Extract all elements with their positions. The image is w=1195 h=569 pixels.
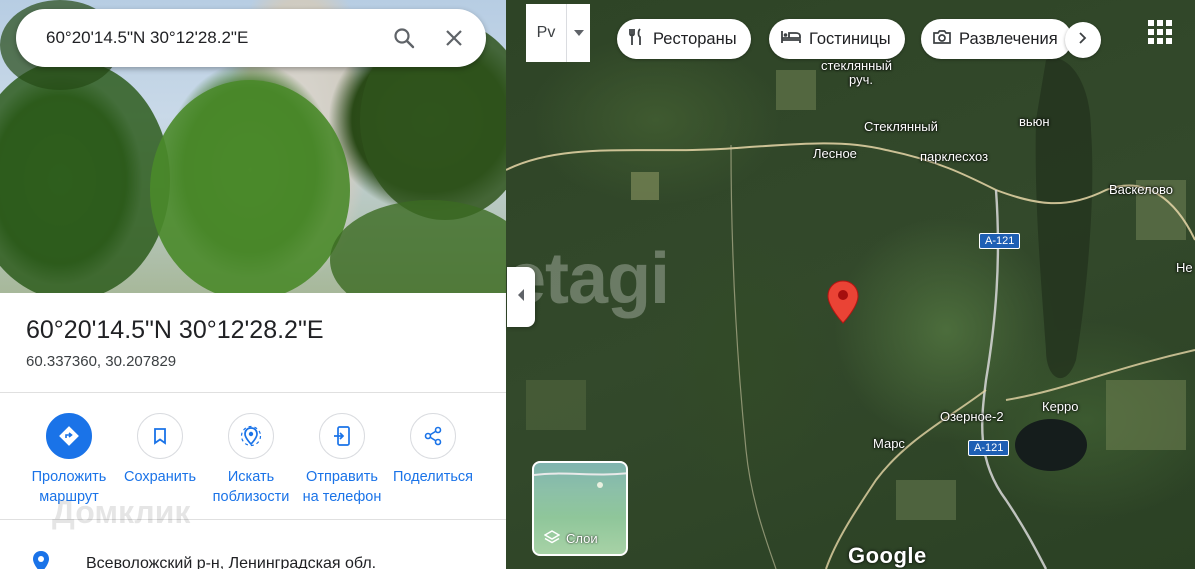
place-label-kerro: Керро: [1042, 399, 1079, 414]
place-label-stream-abbr: руч.: [849, 72, 873, 87]
bookmark-icon: [137, 413, 183, 459]
place-label-parklesoz: парклесхоз: [920, 149, 989, 164]
place-label-steklyanny: Стеклянный: [864, 119, 938, 134]
language-selector[interactable]: Рv: [526, 4, 590, 62]
place-decimal-coordinates: 60.337360, 30.207829: [26, 353, 177, 370]
place-label-steklyanny-stream: стеклянный: [821, 58, 892, 73]
send-to-phone-button[interactable]: Отправить на телефон: [294, 413, 390, 507]
nearby-icon: [228, 413, 274, 459]
share-button[interactable]: Поделиться: [385, 413, 481, 487]
place-label-vyun: вьюн: [1019, 114, 1050, 129]
hotel-icon: [781, 30, 809, 49]
search-icon[interactable]: [386, 20, 422, 56]
send-label-1: Отправить: [306, 469, 378, 485]
layers-label: Слои: [566, 530, 598, 546]
chevron-left-icon: [516, 288, 526, 307]
chips-next-button[interactable]: [1065, 22, 1101, 58]
place-label-vaskelovo: Васкелово: [1109, 182, 1173, 197]
collapse-panel-button[interactable]: [507, 267, 535, 327]
share-label: Поделиться: [392, 469, 474, 485]
directions-button[interactable]: Проложить маршрут: [21, 413, 117, 507]
domclick-watermark: Домклик: [52, 494, 191, 530]
place-label-ozernoe-2: Озерное-2: [940, 409, 1004, 424]
place-title: 60°20'14.5"N 30°12'28.2"E: [26, 316, 324, 344]
nearby-label-1: Искать: [227, 469, 275, 485]
save-button[interactable]: Сохранить: [112, 413, 208, 487]
layers-icon: [544, 530, 560, 546]
address-text: Всеволожский р-н, Ленинградская обл.: [86, 555, 377, 569]
road-shield-a121: A-121: [979, 233, 1021, 249]
chevron-down-icon[interactable]: [566, 4, 590, 62]
chip-hotels[interactable]: Гостиницы: [769, 19, 905, 59]
send-label-2: на телефон: [302, 489, 382, 505]
place-panel: 60°20'14.5"N 30°12'28.2"E 60°20'14.5"N 3…: [0, 0, 506, 569]
chip-restaurants-label: Рестораны: [653, 29, 737, 48]
place-label-mars: Марс: [873, 436, 905, 451]
directions-icon: [46, 413, 92, 459]
chip-entertainment-label: Развлечения: [959, 29, 1058, 48]
layers-button[interactable]: Слои: [532, 461, 628, 556]
close-icon[interactable]: [436, 20, 472, 56]
apps-grid-icon[interactable]: [1148, 20, 1172, 44]
nearby-label-2: поблизости: [212, 489, 290, 505]
language-label: Рv: [536, 24, 556, 41]
send-to-phone-icon: [319, 413, 365, 459]
search-input[interactable]: 60°20'14.5"N 30°12'28.2"E: [46, 28, 386, 48]
chip-hotels-label: Гостиницы: [809, 29, 891, 48]
chevron-right-icon: [1079, 31, 1087, 49]
place-label-lesnoe: Лесное: [813, 146, 857, 161]
layers-thumbnail: [534, 472, 626, 488]
chip-restaurants[interactable]: Рестораны: [617, 19, 751, 59]
camera-icon: [933, 29, 959, 50]
divider: [0, 392, 506, 393]
share-icon: [410, 413, 456, 459]
road-shield-a121: A-121: [968, 440, 1010, 456]
location-pin-icon: [31, 550, 51, 569]
search-bar[interactable]: 60°20'14.5"N 30°12'28.2"E: [16, 9, 486, 67]
map-pin-icon[interactable]: [826, 279, 860, 330]
search-nearby-button[interactable]: Искать поблизости: [203, 413, 299, 507]
save-label: Сохранить: [123, 469, 197, 485]
google-logo: Google: [848, 543, 927, 568]
restaurant-icon: [629, 27, 653, 51]
directions-label-1: Проложить: [31, 469, 107, 485]
chip-entertainment[interactable]: Развлечения: [921, 19, 1072, 59]
address-row[interactable]: Всеволожский р-н, Ленинградская обл.: [0, 540, 506, 569]
place-label-ne: Не: [1176, 260, 1193, 275]
